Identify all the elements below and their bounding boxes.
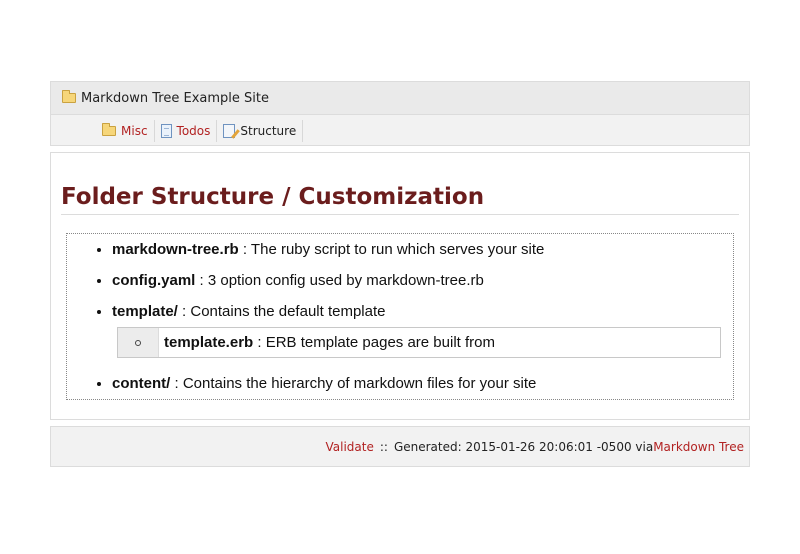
list-item-term: content/ — [112, 375, 171, 392]
edit-document-icon — [223, 123, 236, 138]
list-item-desc: : 3 option config used by markdown-tree.… — [195, 272, 484, 289]
folder-icon — [102, 122, 116, 136]
nav-item-label: Todos — [176, 123, 211, 138]
folder-icon — [62, 90, 76, 103]
sub-list: template.erb : ERB template pages are bu… — [117, 327, 721, 358]
list-item: config.yaml : 3 option config used by ma… — [112, 265, 733, 296]
list-item-term: markdown-tree.rb — [112, 241, 239, 258]
list-item-term: template/ — [112, 303, 178, 320]
sub-list-item: template.erb : ERB template pages are bu… — [159, 328, 495, 357]
main-content: Folder Structure / Customization markdow… — [50, 152, 750, 420]
list-item: template/ : Contains the default templat… — [112, 296, 733, 358]
circle-bullet-icon — [135, 339, 141, 346]
nav-item-misc[interactable]: Misc — [102, 119, 155, 142]
list-item-desc: : The ruby script to run which serves yo… — [238, 241, 545, 258]
structure-list: markdown-tree.rb : The ruby script to ru… — [67, 234, 733, 399]
structure-list-box: markdown-tree.rb : The ruby script to ru… — [66, 233, 734, 400]
list-item-term: config.yaml — [112, 272, 196, 289]
page: Markdown Tree Example Site Misc Todos St… — [50, 81, 750, 467]
document-icon — [160, 123, 172, 138]
nav-item-label: Structure — [240, 123, 297, 138]
markdown-tree-link[interactable]: Markdown Tree — [653, 440, 744, 454]
list-item: content/ : Contains the hierarchy of mar… — [112, 368, 733, 399]
validate-link[interactable]: Validate — [325, 440, 373, 454]
list-item-desc: : Contains the default template — [177, 303, 386, 320]
list-item: markdown-tree.rb : The ruby script to ru… — [112, 234, 733, 265]
site-title[interactable]: Markdown Tree Example Site — [81, 91, 269, 106]
nav-item-label: Misc — [121, 123, 148, 138]
nav-bar: Misc Todos Structure — [51, 115, 749, 146]
sub-list-bullet — [118, 328, 159, 357]
sub-list-item-term: template.erb — [164, 334, 254, 351]
footer-separator: :: — [379, 439, 388, 454]
page-title: Folder Structure / Customization — [61, 184, 739, 215]
site-title-row: Markdown Tree Example Site — [51, 82, 749, 115]
list-item-desc: : Contains the hierarchy of markdown fil… — [170, 375, 537, 392]
sub-list-item-desc: : ERB template pages are built from — [253, 334, 495, 351]
footer: Validate :: Generated: 2015-01-26 20:06:… — [50, 426, 750, 467]
nav-item-structure[interactable]: Structure — [223, 119, 304, 142]
generated-text: Generated: 2015-01-26 20:06:01 -0500 via — [393, 439, 654, 454]
site-header: Markdown Tree Example Site Misc Todos St… — [50, 81, 750, 146]
nav-item-todos[interactable]: Todos — [160, 119, 218, 142]
